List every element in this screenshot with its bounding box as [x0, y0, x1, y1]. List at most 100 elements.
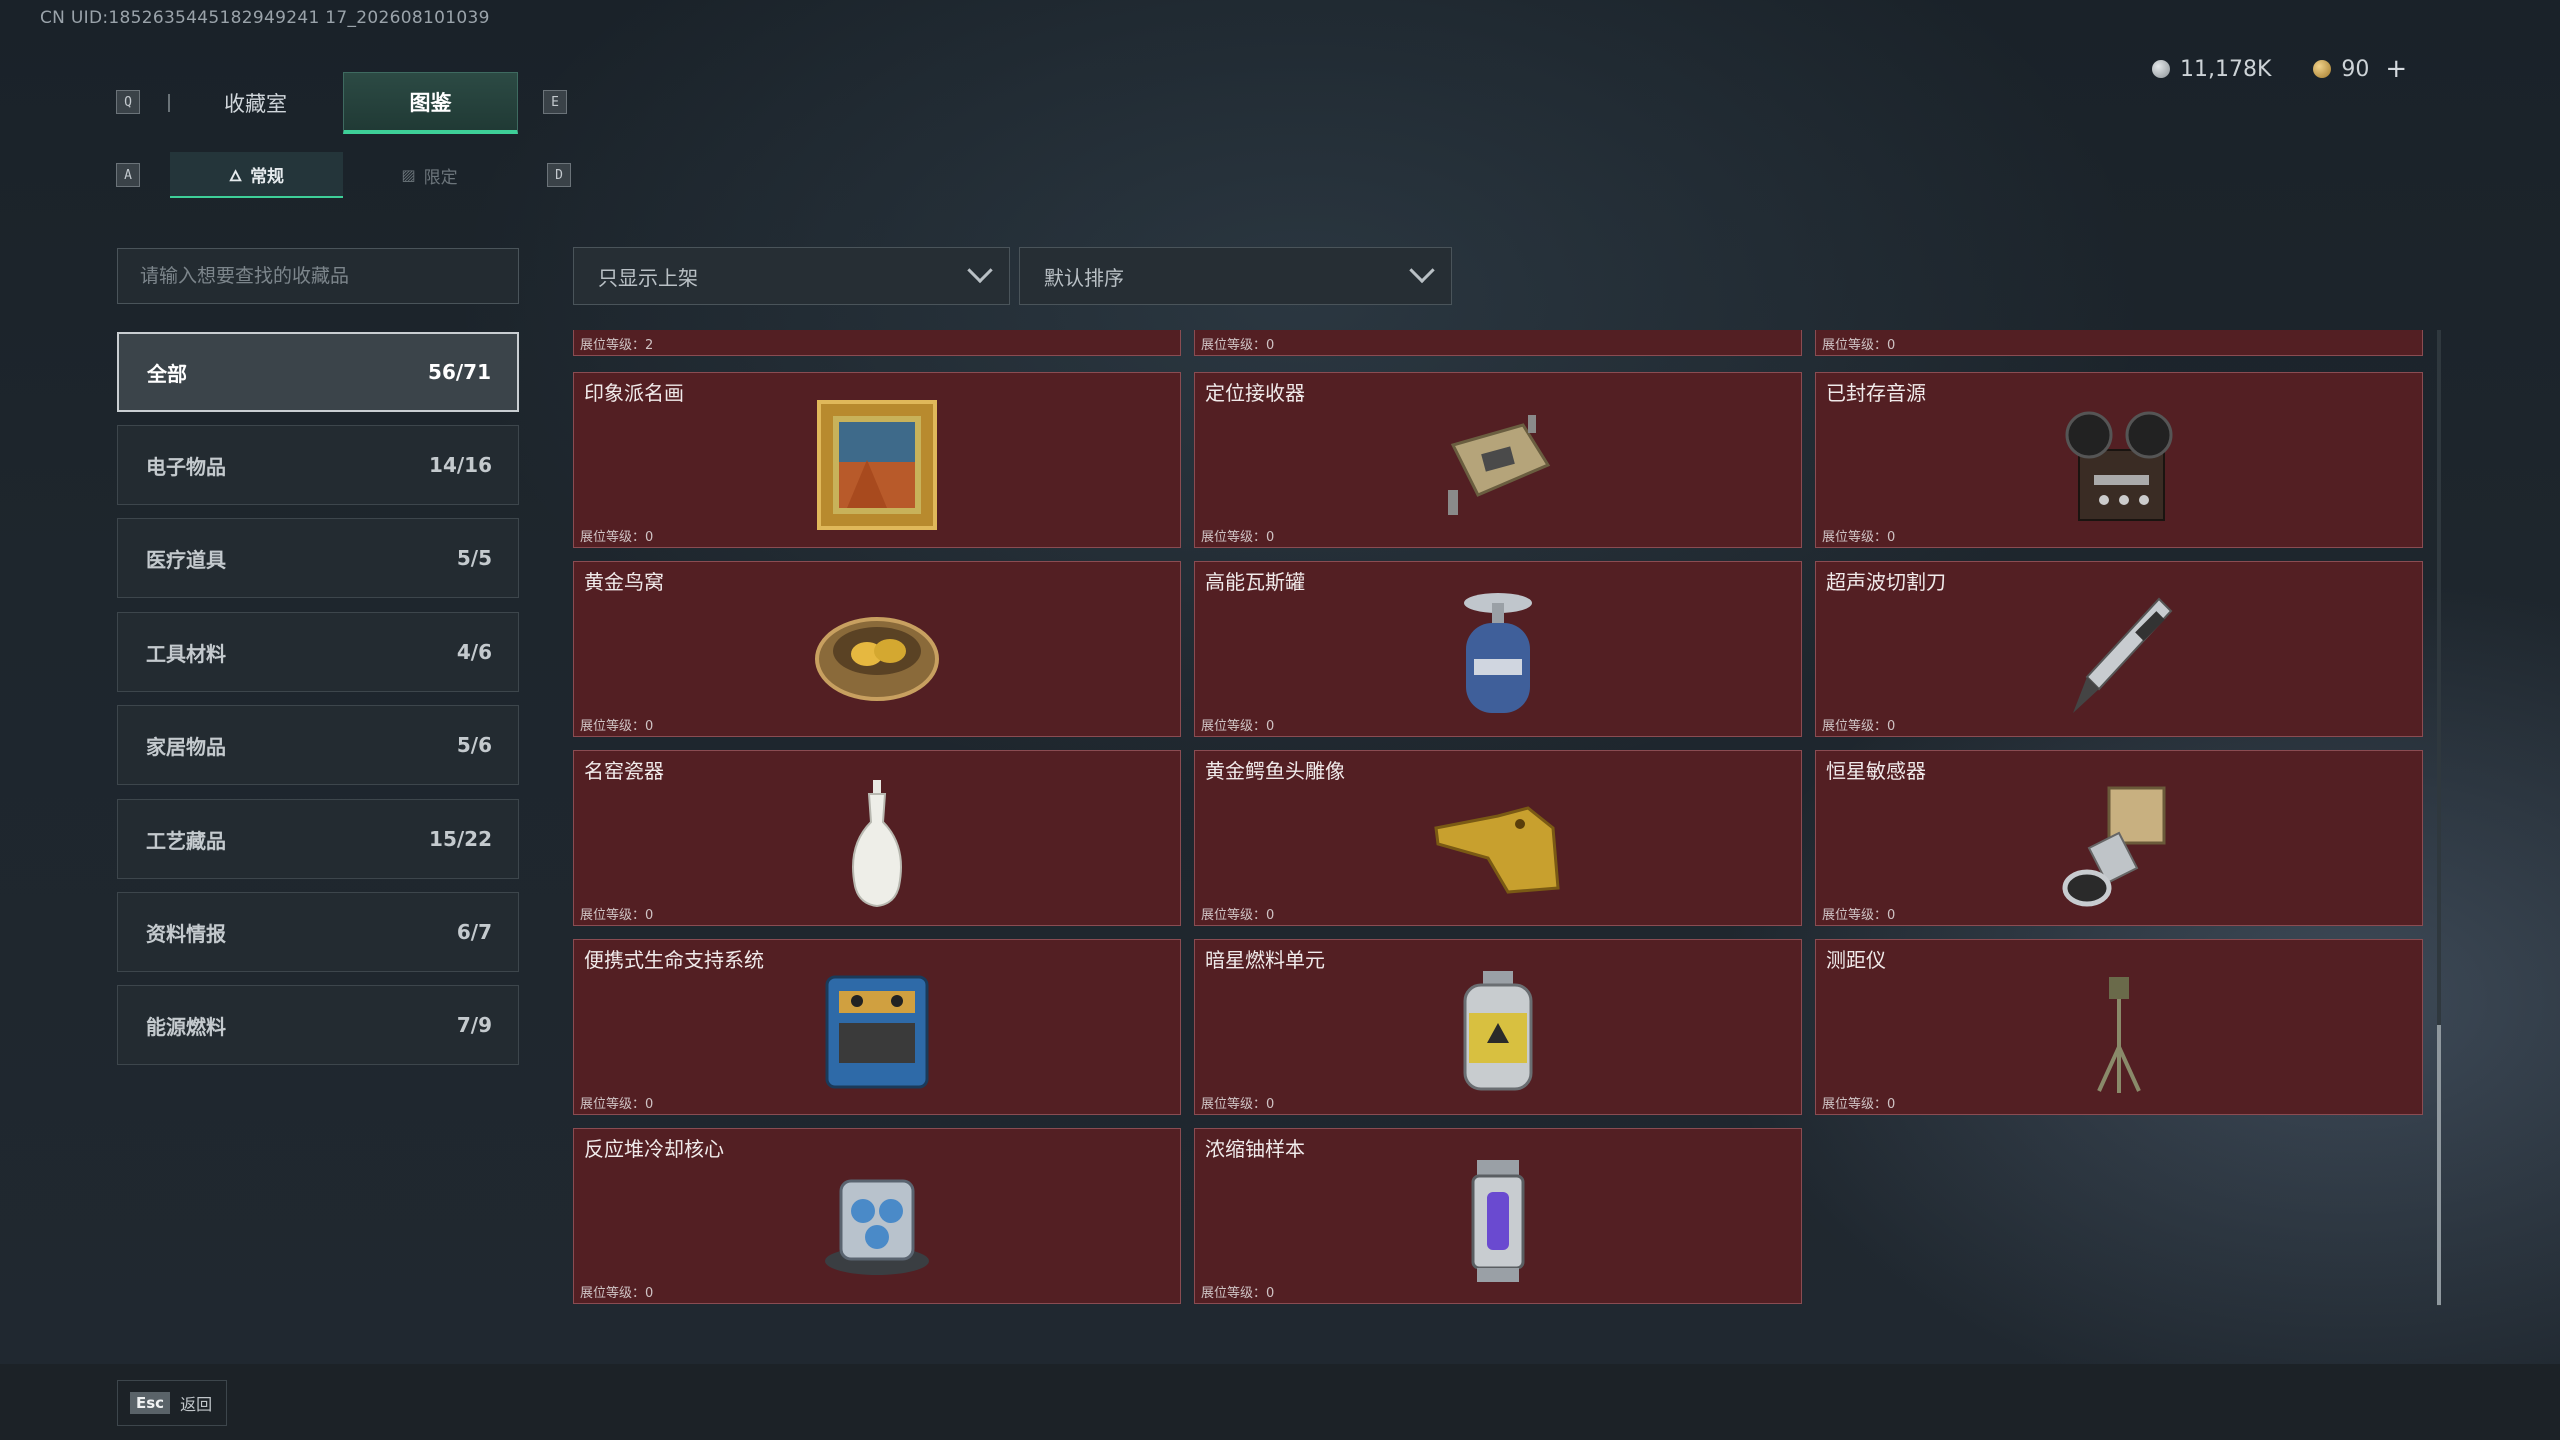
- category-count: 15/22: [429, 827, 492, 851]
- sort-value: 默认排序: [1044, 265, 1124, 290]
- item-card[interactable]: 印象派名画 展位等级：0: [573, 372, 1181, 548]
- category-label: 电子物品: [146, 454, 226, 479]
- category-count: 5/5: [456, 546, 492, 570]
- tab-collection-room[interactable]: 收藏室: [168, 72, 343, 134]
- tab-separator: [168, 94, 170, 112]
- item-name: 浓缩铀样本: [1205, 1137, 1305, 1161]
- silver-amount: 11,178K: [2180, 56, 2272, 82]
- display-level: 展位等级：0: [1201, 908, 1275, 923]
- item-name: 定位接收器: [1205, 381, 1305, 405]
- tape-recorder-icon: [2049, 395, 2189, 535]
- category-intel[interactable]: 资料情报 6/7: [117, 892, 519, 972]
- category-count: 7/9: [456, 1013, 492, 1037]
- category-crafts[interactable]: 工艺藏品 15/22: [117, 799, 519, 879]
- item-card[interactable]: 暗星燃料单元 展位等级：0: [1194, 939, 1802, 1115]
- painting-icon: [807, 395, 947, 535]
- display-level: 展位等级：0: [1822, 908, 1896, 923]
- fuel-cell-icon: [1428, 962, 1568, 1102]
- grid-scrollbar-thumb[interactable]: [2437, 1025, 2441, 1305]
- category-medical[interactable]: 医疗道具 5/5: [117, 518, 519, 598]
- display-level: 展位等级：2: [580, 338, 654, 353]
- ultrasonic-cutter-icon: [2049, 584, 2189, 724]
- display-level: 展位等级：0: [1822, 530, 1896, 545]
- esc-key-hint: Esc: [130, 1392, 171, 1414]
- star-sensor-icon: [2049, 773, 2189, 913]
- currency-bar: 11,178K 90 +: [2152, 54, 2407, 84]
- key-hint-d: D: [547, 163, 571, 187]
- search-input[interactable]: [117, 248, 519, 304]
- key-hint-a: A: [116, 163, 140, 187]
- add-currency-button[interactable]: +: [2385, 54, 2407, 84]
- tab-regular[interactable]: 🜂 常规: [170, 152, 343, 198]
- tab-codex[interactable]: 图鉴: [343, 72, 518, 134]
- category-household[interactable]: 家居物品 5/6: [117, 705, 519, 785]
- display-level: 展位等级：0: [1201, 530, 1275, 545]
- back-button[interactable]: Esc 返回: [117, 1380, 227, 1426]
- item-name: 恒星敏感器: [1826, 759, 1926, 783]
- key-hint-e: E: [543, 90, 567, 114]
- item-name: 超声波切割刀: [1826, 570, 1946, 594]
- item-name: 测距仪: [1826, 948, 1886, 972]
- silver-coin-icon: [2152, 60, 2170, 78]
- item-card[interactable]: 黄金鳄鱼头雕像 展位等级：0: [1194, 750, 1802, 926]
- flame-icon: 🜂: [228, 166, 243, 185]
- category-energy[interactable]: 能源燃料 7/9: [117, 985, 519, 1065]
- display-level: 展位等级：0: [1201, 1286, 1275, 1301]
- item-card[interactable]: 便携式生命支持系统 展位等级：0: [573, 939, 1181, 1115]
- item-card[interactable]: 已封存音源 展位等级：0: [1815, 372, 2423, 548]
- display-level: 展位等级：0: [580, 719, 654, 734]
- item-card-partial[interactable]: 展位等级：0: [1815, 330, 2423, 356]
- receiver-icon: [1428, 395, 1568, 535]
- item-card[interactable]: 浓缩铀样本 展位等级：0: [1194, 1128, 1802, 1304]
- porcelain-vase-icon: [807, 773, 947, 913]
- category-count: 4/6: [456, 640, 492, 664]
- category-electronics[interactable]: 电子物品 14/16: [117, 425, 519, 505]
- bottom-bar: [0, 1364, 2560, 1440]
- display-level: 展位等级：0: [1822, 719, 1896, 734]
- chevron-down-icon: [967, 257, 993, 284]
- category-all[interactable]: 全部 56/71: [117, 332, 519, 412]
- item-card[interactable]: 反应堆冷却核心 展位等级：0: [573, 1128, 1181, 1304]
- display-level: 展位等级：0: [1822, 1097, 1896, 1112]
- category-count: 6/7: [456, 920, 492, 944]
- reactor-core-icon: [807, 1151, 947, 1291]
- item-card[interactable]: 测距仪 展位等级：0: [1815, 939, 2423, 1115]
- category-label: 医疗道具: [146, 547, 226, 572]
- display-level: 展位等级：0: [1201, 338, 1275, 353]
- item-card[interactable]: 名窑瓷器 展位等级：0: [573, 750, 1181, 926]
- item-name: 已封存音源: [1826, 381, 1926, 405]
- category-label: 资料情报: [146, 921, 226, 946]
- display-level: 展位等级：0: [1822, 338, 1896, 353]
- uranium-sample-icon: [1428, 1151, 1568, 1291]
- tab-limited-label: 限定: [423, 167, 458, 188]
- key-hint-q: Q: [116, 90, 140, 114]
- item-card-partial[interactable]: 展位等级：2: [573, 330, 1181, 356]
- image-icon: ▨: [401, 166, 416, 184]
- tab-limited[interactable]: ▨ 限定: [343, 152, 516, 198]
- golden-nest-icon: [807, 584, 947, 724]
- item-card[interactable]: 黄金鸟窝 展位等级：0: [573, 561, 1181, 737]
- display-level: 展位等级：0: [1201, 1097, 1275, 1112]
- uid-text: CN UID:1852635445182949241 17_2026081010…: [40, 8, 490, 28]
- display-level: 展位等级：0: [580, 908, 654, 923]
- life-support-icon: [807, 962, 947, 1102]
- item-card[interactable]: 超声波切割刀 展位等级：0: [1815, 561, 2423, 737]
- back-label: 返回: [180, 1395, 213, 1414]
- collection-grid: 展位等级：2 展位等级：0 展位等级：0 印象派名画 展位等级：0 定位接收器: [573, 330, 2425, 1306]
- item-card-partial[interactable]: 展位等级：0: [1194, 330, 1802, 356]
- category-tools[interactable]: 工具材料 4/6: [117, 612, 519, 692]
- display-level: 展位等级：0: [1201, 719, 1275, 734]
- item-name: 黄金鸟窝: [584, 570, 664, 594]
- sort-dropdown[interactable]: 默认排序: [1019, 247, 1452, 305]
- item-card[interactable]: 定位接收器 展位等级：0: [1194, 372, 1802, 548]
- category-label: 工具材料: [146, 641, 226, 666]
- shelf-filter-dropdown[interactable]: 只显示上架: [573, 247, 1010, 305]
- item-name: 反应堆冷却核心: [584, 1137, 724, 1161]
- item-card[interactable]: 恒星敏感器 展位等级：0: [1815, 750, 2423, 926]
- category-count: 56/71: [428, 360, 491, 384]
- category-label: 工艺藏品: [146, 828, 226, 853]
- shelf-filter-value: 只显示上架: [598, 265, 698, 290]
- gas-canister-icon: [1428, 584, 1568, 724]
- item-card[interactable]: 高能瓦斯罐 展位等级：0: [1194, 561, 1802, 737]
- category-count: 5/6: [456, 733, 492, 757]
